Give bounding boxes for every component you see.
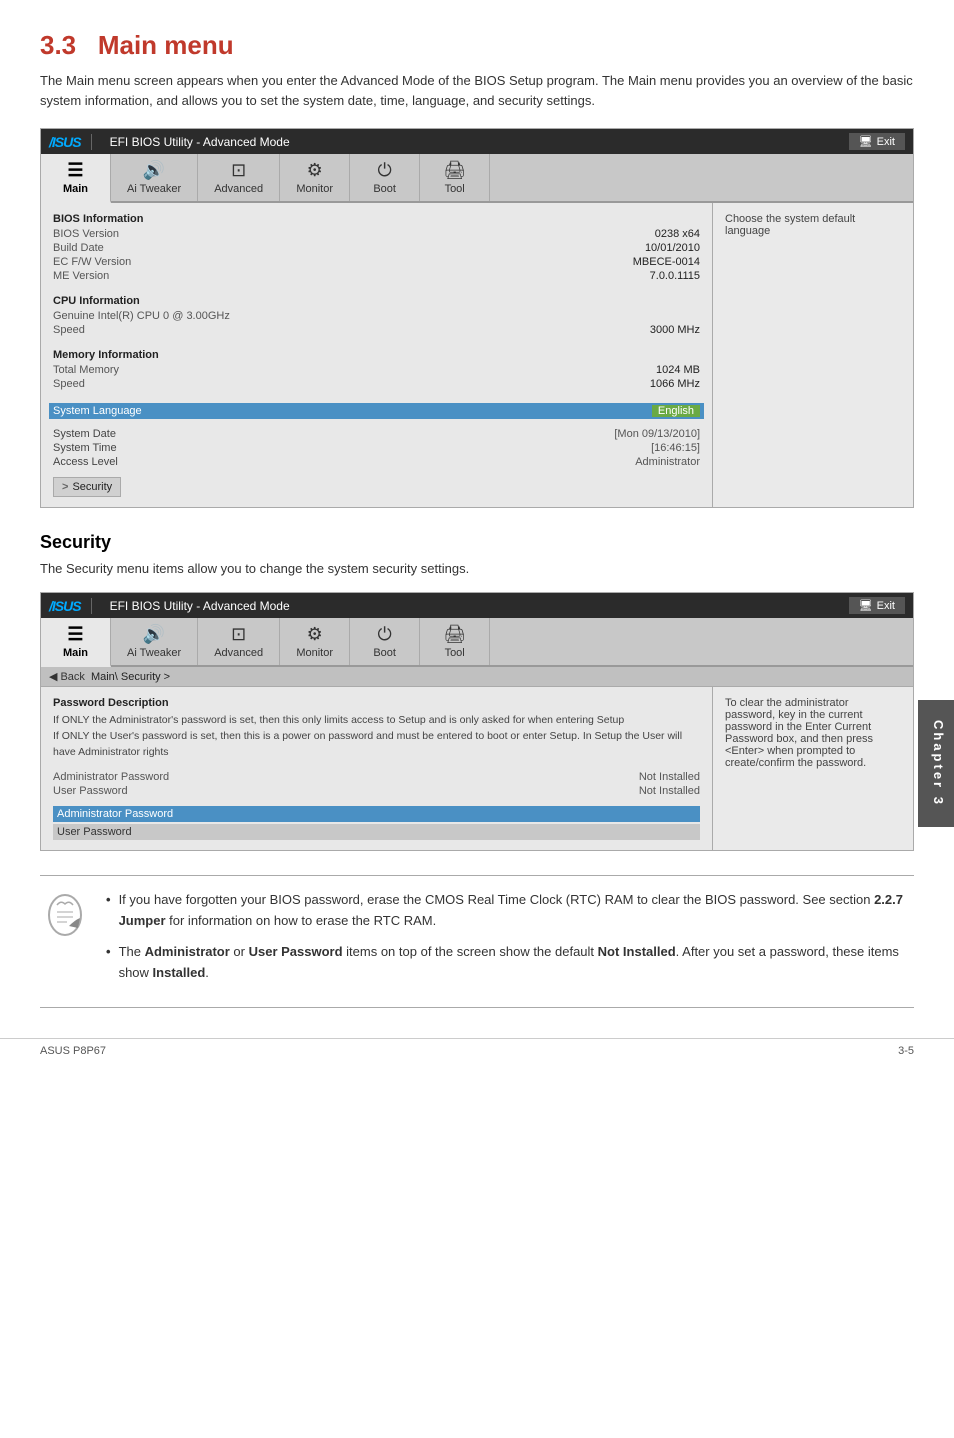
- asus-logo-1: /ISUS: [49, 134, 81, 150]
- advanced-icon-1: ⊡: [231, 160, 246, 181]
- page-footer: ASUS P8P67 3-5: [0, 1038, 954, 1063]
- mem-speed-row: Speed 1066 MHz: [53, 377, 700, 391]
- user-pwd-highlight[interactable]: User Password: [53, 824, 700, 840]
- tab-boot-1[interactable]: ⏻ Boot: [350, 154, 420, 201]
- tab-advanced-2[interactable]: ⊡ Advanced: [198, 618, 280, 665]
- security-button[interactable]: > Security: [53, 477, 121, 497]
- main-icon-2: ☰: [67, 624, 83, 645]
- bios-info-section: BIOS Information BIOS Version 0238 x64 B…: [53, 213, 700, 283]
- footer-right: 3-5: [898, 1045, 914, 1057]
- system-language-row[interactable]: System Language English: [49, 403, 704, 419]
- password-desc-section: Password Description If ONLY the Adminis…: [53, 697, 700, 760]
- tab-tool-2[interactable]: 🖨 Tool: [420, 618, 490, 665]
- asus-logo-2: /ISUS: [49, 598, 81, 614]
- footer-left: ASUS P8P67: [40, 1045, 106, 1057]
- tab-main-1[interactable]: ☰ Main: [41, 154, 111, 203]
- cpu-speed-row: Speed 3000 MHz: [53, 323, 700, 337]
- exit-icon-1: 🖥: [859, 135, 873, 148]
- bios-content-1: BIOS Information BIOS Version 0238 x64 B…: [41, 203, 913, 507]
- tab-monitor-1[interactable]: ⚙ Monitor: [280, 154, 350, 201]
- exit-button-2[interactable]: 🖥 Exit: [849, 597, 905, 614]
- tab-monitor-2[interactable]: ⚙ Monitor: [280, 618, 350, 665]
- tab-boot-2[interactable]: ⏻ Boot: [350, 618, 420, 665]
- exit-icon-2: 🖥: [859, 599, 873, 612]
- sys-date-row: System Date [Mon 09/13/2010]: [53, 427, 700, 441]
- cpu-info-section: CPU Information Genuine Intel(R) CPU 0 @…: [53, 295, 700, 337]
- pwd-desc-text: If ONLY the Administrator's password is …: [53, 713, 700, 760]
- pwd-desc-title: Password Description: [53, 697, 700, 709]
- bios-title-2: EFI BIOS Utility - Advanced Mode: [110, 599, 290, 613]
- tab-tool-1[interactable]: 🖨 Tool: [420, 154, 490, 201]
- bios-titlebar-1: /ISUS EFI BIOS Utility - Advanced Mode 🖥…: [41, 129, 913, 154]
- arrow-icon: >: [62, 481, 68, 493]
- section-description: The Main menu screen appears when you en…: [40, 71, 914, 110]
- section-title: 3.3 Main menu: [40, 30, 914, 61]
- bios-nav-2: ☰ Main 🔊 Ai Tweaker ⊡ Advanced ⚙ Monitor…: [41, 618, 913, 667]
- exit-button-1[interactable]: 🖥 Exit: [849, 133, 905, 150]
- bios-right-panel-1: Choose the system default language: [713, 203, 913, 507]
- sys-time-row: System Time [16:46:15]: [53, 441, 700, 455]
- memory-info-section: Memory Information Total Memory 1024 MB …: [53, 349, 700, 391]
- security-section-desc: The Security menu items allow you to cha…: [40, 561, 914, 576]
- date-time-section: System Date [Mon 09/13/2010] System Time…: [53, 427, 700, 469]
- admin-pwd-row: Administrator Password Not Installed: [53, 770, 700, 784]
- breadcrumb-bar: ◀ Back Main\ Security >: [41, 667, 913, 687]
- tab-ai-tweaker-2[interactable]: 🔊 Ai Tweaker: [111, 618, 198, 665]
- main-icon-1: ☰: [67, 160, 83, 181]
- bios-titlebar-2: /ISUS EFI BIOS Utility - Advanced Mode 🖥…: [41, 593, 913, 618]
- security-section-title: Security: [40, 532, 914, 553]
- user-pwd-row: User Password Not Installed: [53, 784, 700, 798]
- tab-advanced-1[interactable]: ⊡ Advanced: [198, 154, 280, 201]
- notes-icon: [40, 890, 90, 948]
- bios-content-2: Password Description If ONLY the Adminis…: [41, 687, 913, 850]
- back-button[interactable]: ◀ Back: [49, 670, 85, 683]
- bios-version-row: BIOS Version 0238 x64: [53, 227, 700, 241]
- bios-title-1: EFI BIOS Utility - Advanced Mode: [110, 135, 290, 149]
- monitor-icon-2: ⚙: [307, 624, 323, 645]
- notes-list: If you have forgotten your BIOS password…: [106, 890, 914, 993]
- advanced-icon-2: ⊡: [231, 624, 246, 645]
- memory-info-title: Memory Information: [53, 349, 700, 361]
- build-date-row: Build Date 10/01/2010: [53, 241, 700, 255]
- bios-left-panel-1: BIOS Information BIOS Version 0238 x64 B…: [41, 203, 713, 507]
- me-version-row: ME Version 7.0.0.1115: [53, 269, 700, 283]
- chapter-label: Chapter 3: [918, 700, 954, 827]
- total-memory-row: Total Memory 1024 MB: [53, 363, 700, 377]
- monitor-icon-1: ⚙: [307, 160, 323, 181]
- bios-right-panel-2: To clear the administrator password, key…: [713, 687, 913, 850]
- bios-info-title: BIOS Information: [53, 213, 700, 225]
- tool-icon-2: 🖨: [443, 624, 466, 645]
- tab-ai-tweaker-1[interactable]: 🔊 Ai Tweaker: [111, 154, 198, 201]
- tab-main-2[interactable]: ☰ Main: [41, 618, 111, 667]
- admin-pwd-highlight[interactable]: Administrator Password: [53, 806, 700, 822]
- bios-nav-1: ☰ Main 🔊 Ai Tweaker ⊡ Advanced ⚙ Monitor…: [41, 154, 913, 203]
- cpu-info-title: CPU Information: [53, 295, 700, 307]
- ai-icon-2: 🔊: [143, 624, 165, 645]
- note-item-1: If you have forgotten your BIOS password…: [106, 890, 914, 932]
- boot-icon-1: ⏻: [378, 160, 392, 181]
- tool-icon-1: 🖨: [443, 160, 466, 181]
- notes-section: If you have forgotten your BIOS password…: [40, 875, 914, 1008]
- boot-icon-2: ⏻: [378, 624, 392, 645]
- back-arrow-icon: ◀: [49, 670, 57, 683]
- bios-screenshot-2: /ISUS EFI BIOS Utility - Advanced Mode 🖥…: [40, 592, 914, 851]
- access-level-row: Access Level Administrator: [53, 455, 700, 469]
- cpu-model-row: Genuine Intel(R) CPU 0 @ 3.00GHz: [53, 309, 700, 323]
- bios-screenshot-1: /ISUS EFI BIOS Utility - Advanced Mode 🖥…: [40, 128, 914, 508]
- note-item-2: The Administrator or User Password items…: [106, 942, 914, 984]
- breadcrumb-text: Main\ Security >: [91, 671, 170, 683]
- ec-fw-row: EC F/W Version MBECE-0014: [53, 255, 700, 269]
- ai-icon-1: 🔊: [143, 160, 165, 181]
- bios-left-panel-2: Password Description If ONLY the Adminis…: [41, 687, 713, 850]
